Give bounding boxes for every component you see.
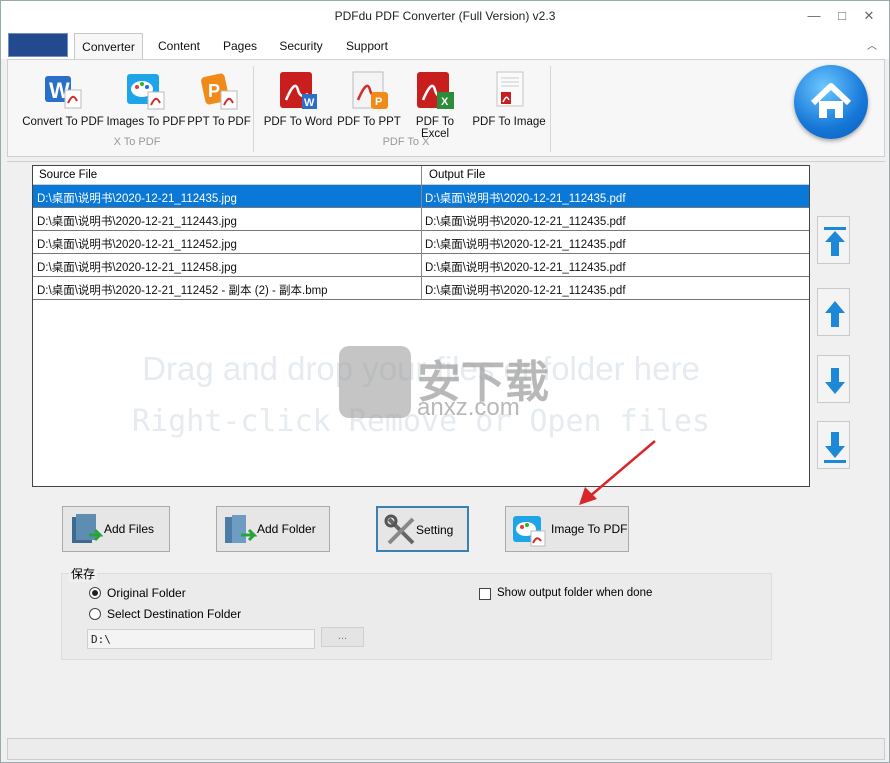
move-to-bottom-button[interactable] <box>817 421 850 469</box>
source-cell: D:\桌面\说明书\2020-12-21_112452 - 副本 (2) - 副… <box>37 285 328 297</box>
tab-security[interactable]: Security <box>273 33 329 59</box>
browse-button[interactable]: ... <box>321 627 364 647</box>
ribbon-panel: W Convert To PDF Images To PDF P PPT To … <box>7 59 885 157</box>
images-to-pdf-button[interactable]: Images To PDF <box>105 70 187 128</box>
column-output-file[interactable]: Output File <box>429 169 485 181</box>
add-files-icon <box>72 514 103 543</box>
setting-button[interactable]: Setting <box>376 506 469 552</box>
image-to-pdf-label: Image To PDF <box>551 522 628 536</box>
image-to-pdf-icon <box>126 70 166 110</box>
convert-to-pdf-label: Convert To PDF <box>22 116 104 128</box>
move-down-button[interactable] <box>817 355 850 403</box>
select-destination-label[interactable]: Select Destination Folder <box>107 607 241 621</box>
pdf-to-word-label: PDF To Word <box>263 116 333 128</box>
pdf-to-excel-button[interactable]: X PDF To Excel <box>402 70 468 140</box>
tab-support[interactable]: Support <box>339 33 395 59</box>
pdf-to-image-button[interactable]: PDF To Image <box>469 70 549 128</box>
output-cell: D:\桌面\说明书\2020-12-21_112435.pdf <box>425 239 626 251</box>
app-window: PDFdu PDF Converter (Full Version) v2.3 … <box>0 0 890 763</box>
tab-pages[interactable]: Pages <box>216 33 264 59</box>
output-cell: D:\桌面\说明书\2020-12-21_112435.pdf <box>425 285 626 297</box>
pdf-to-ppt-icon: P <box>349 70 389 110</box>
minimize-button[interactable]: — <box>804 7 824 25</box>
images-to-pdf-label: Images To PDF <box>106 116 186 128</box>
pdf-to-excel-icon: X <box>415 70 455 110</box>
source-cell: D:\桌面\说明书\2020-12-21_112435.jpg <box>37 193 237 205</box>
source-cell: D:\桌面\说明书\2020-12-21_112443.jpg <box>37 216 237 228</box>
pdf-to-word-button[interactable]: W PDF To Word <box>261 70 335 128</box>
add-files-label: Add Files <box>104 522 155 536</box>
close-button[interactable]: ✕ <box>859 7 879 25</box>
arrow-up-icon <box>825 301 845 327</box>
ribbon-divider <box>253 66 254 152</box>
image-to-pdf-button[interactable]: Image To PDF <box>505 506 629 552</box>
move-bottom-icon <box>824 432 846 463</box>
ppt-to-pdf-button[interactable]: P PPT To PDF <box>187 70 251 128</box>
svg-text:P: P <box>375 96 382 108</box>
arrow-down-icon <box>825 368 845 394</box>
collapse-ribbon-icon[interactable]: ︿ <box>867 37 877 52</box>
add-folder-button[interactable]: Add Folder <box>216 506 330 552</box>
column-source-file[interactable]: Source File <box>39 169 97 181</box>
source-cell: D:\桌面\说明书\2020-12-21_112452.jpg <box>37 239 237 251</box>
column-divider <box>421 166 422 300</box>
output-cell: D:\桌面\说明书\2020-12-21_112435.pdf <box>425 193 626 205</box>
annotation-arrow <box>579 440 656 505</box>
show-output-checkbox[interactable] <box>479 588 491 600</box>
watermark-url: anxz.com <box>417 394 520 421</box>
output-cell: D:\桌面\说明书\2020-12-21_112435.pdf <box>425 262 626 274</box>
save-group-label: 保存 <box>69 565 98 582</box>
maximize-button[interactable]: □ <box>832 7 852 25</box>
source-cell: D:\桌面\说明书\2020-12-21_112458.jpg <box>37 262 237 274</box>
home-button[interactable] <box>794 65 868 139</box>
group-pdf-to-x-label: PDF To X <box>382 136 430 148</box>
add-files-button[interactable]: Add Files <box>62 506 170 552</box>
ppt-to-pdf-icon: P <box>199 70 239 110</box>
watermark-logo <box>339 346 411 418</box>
file-list[interactable]: Drag and drop your files or folder here … <box>32 165 810 487</box>
pdf-to-word-icon: W <box>278 70 318 110</box>
move-up-button[interactable] <box>817 288 850 336</box>
pdf-to-ppt-label: PDF To PPT <box>337 116 401 128</box>
group-x-to-pdf-label: X To PDF <box>113 136 161 148</box>
tab-content[interactable]: Content <box>151 33 207 59</box>
original-folder-label[interactable]: Original Folder <box>107 586 186 600</box>
tab-converter[interactable]: Converter <box>74 33 143 59</box>
add-folder-label: Add Folder <box>257 522 316 536</box>
svg-text:X: X <box>441 96 449 108</box>
pdf-to-ppt-button[interactable]: P PDF To PPT <box>336 70 402 128</box>
destination-path-input[interactable]: D:\ <box>87 629 315 649</box>
setting-label: Setting <box>416 523 454 537</box>
window-title: PDFdu PDF Converter (Full Version) v2.3 <box>334 9 556 23</box>
image-to-pdf-icon <box>513 516 546 547</box>
output-cell: D:\桌面\说明书\2020-12-21_112435.pdf <box>425 216 626 228</box>
move-to-top-button[interactable] <box>817 216 850 264</box>
status-bar <box>7 738 885 760</box>
ribbon-tabs: Converter Content Pages Security Support… <box>1 31 889 59</box>
pdf-to-image-label: PDF To Image <box>472 116 546 128</box>
title-bar: PDFdu PDF Converter (Full Version) v2.3 … <box>1 1 889 31</box>
show-output-label[interactable]: Show output folder when done <box>497 587 652 599</box>
convert-to-pdf-button[interactable]: W Convert To PDF <box>22 70 104 128</box>
svg-text:P: P <box>208 81 220 101</box>
original-folder-radio[interactable] <box>89 587 101 599</box>
ribbon-divider <box>550 66 551 152</box>
application-menu-button[interactable] <box>8 33 68 57</box>
add-folder-icon <box>225 515 257 543</box>
ppt-to-pdf-label: PPT To PDF <box>187 116 251 128</box>
word-to-pdf-icon: W <box>43 70 83 110</box>
select-destination-radio[interactable] <box>89 608 101 620</box>
svg-text:W: W <box>304 97 315 109</box>
home-icon <box>810 83 852 118</box>
move-top-icon <box>824 227 846 256</box>
pdf-to-image-icon <box>489 70 529 110</box>
tools-icon <box>384 514 415 545</box>
